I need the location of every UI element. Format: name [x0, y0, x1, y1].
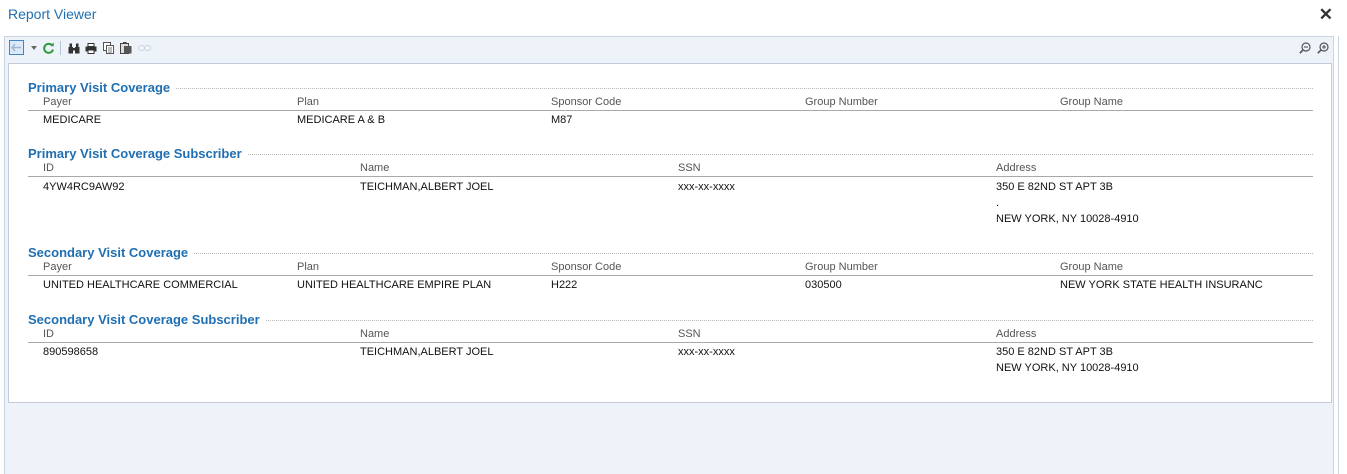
- col-plan: Plan: [297, 261, 320, 273]
- col-address: Address: [996, 162, 1037, 174]
- col-group-name: Group Name: [1060, 96, 1123, 108]
- primary-subscriber-section: Primary Visit Coverage Subscriber ID Nam…: [28, 145, 1313, 233]
- toolbar-separator: [60, 41, 61, 55]
- secondary-coverage-section: Secondary Visit Coverage Payer Plan Spon…: [28, 244, 1313, 300]
- section-title: Primary Visit Coverage Subscriber: [28, 145, 1313, 162]
- section-title: Secondary Visit Coverage Subscriber: [28, 311, 1313, 328]
- plan-value: MEDICARE A & B: [297, 114, 386, 126]
- dropdown-arrow-icon[interactable]: [30, 40, 37, 56]
- col-group-number: Group Number: [805, 96, 878, 108]
- group-name-value: NEW YORK STATE HEALTH INSURANC: [1060, 279, 1263, 291]
- table-row: MEDICARE MEDICARE A & B M87: [28, 111, 1313, 135]
- col-sponsor-code: Sponsor Code: [551, 261, 622, 273]
- export-icon[interactable]: [119, 40, 132, 56]
- plan-value: UNITED HEALTHCARE EMPIRE PLAN: [297, 279, 492, 291]
- address-line-3: NEW YORK, NY 10028-4910: [996, 213, 1139, 225]
- report-viewer-panel: Primary Visit Coverage Payer Plan Sponso…: [4, 36, 1334, 474]
- copy-icon[interactable]: [102, 40, 114, 56]
- report-content: Primary Visit Coverage Payer Plan Sponso…: [8, 63, 1332, 403]
- col-group-number: Group Number: [805, 261, 878, 273]
- primary-coverage-section: Primary Visit Coverage Payer Plan Sponso…: [28, 79, 1313, 135]
- col-sponsor-code: Sponsor Code: [551, 96, 622, 108]
- back-icon[interactable]: [9, 40, 24, 55]
- col-ssn: SSN: [678, 328, 701, 340]
- name-value: TEICHMAN,ALBERT JOEL: [360, 181, 494, 193]
- ssn-value: xxx-xx-xxxx: [678, 181, 735, 193]
- close-icon[interactable]: ✕: [1319, 6, 1333, 24]
- table-row: UNITED HEALTHCARE COMMERCIAL UNITED HEAL…: [28, 276, 1313, 300]
- table-row: 890598658 TEICHMAN,ALBERT JOEL xxx-xx-xx…: [28, 343, 1313, 383]
- table-header: Payer Plan Sponsor Code Group Number Gro…: [28, 96, 1313, 111]
- col-payer: Payer: [43, 96, 72, 108]
- table-header: ID Name SSN Address: [28, 328, 1313, 343]
- address-line-2: NEW YORK, NY 10028-4910: [996, 362, 1139, 374]
- payer-value: MEDICARE: [43, 114, 102, 126]
- payer-value: UNITED HEALTHCARE COMMERCIAL: [43, 279, 238, 291]
- link-icon[interactable]: [137, 40, 151, 56]
- group-number-value: 030500: [805, 279, 842, 291]
- secondary-subscriber-section: Secondary Visit Coverage Subscriber ID N…: [28, 311, 1313, 383]
- col-id: ID: [43, 328, 54, 340]
- col-name: Name: [360, 162, 390, 174]
- col-id: ID: [43, 162, 54, 174]
- address-line-2: .: [996, 197, 1000, 209]
- id-value: 4YW4RC9AW92: [43, 181, 125, 193]
- zoom-out-icon[interactable]: [1298, 40, 1311, 56]
- sponsor-code-value: M87: [551, 114, 573, 126]
- window-right-edge: [1338, 36, 1347, 474]
- table-header: Payer Plan Sponsor Code Group Number Gro…: [28, 261, 1313, 276]
- find-icon[interactable]: [67, 40, 80, 56]
- table-row: 4YW4RC9AW92 TEICHMAN,ALBERT JOEL xxx-xx-…: [28, 177, 1313, 233]
- print-icon[interactable]: [84, 40, 97, 56]
- ssn-value: xxx-xx-xxxx: [678, 346, 735, 358]
- section-title: Secondary Visit Coverage: [28, 244, 1313, 261]
- name-value: TEICHMAN,ALBERT JOEL: [360, 346, 494, 358]
- col-address: Address: [996, 328, 1037, 340]
- col-payer: Payer: [43, 261, 72, 273]
- report-toolbar: [5, 37, 1333, 59]
- col-ssn: SSN: [678, 162, 701, 174]
- id-value: 890598658: [43, 346, 99, 358]
- refresh-icon[interactable]: [41, 40, 55, 56]
- address-line-1: 350 E 82ND ST APT 3B: [996, 346, 1113, 358]
- window-titlebar: Report Viewer ✕: [0, 0, 1347, 34]
- address-line-1: 350 E 82ND ST APT 3B: [996, 181, 1113, 193]
- table-header: ID Name SSN Address: [28, 162, 1313, 177]
- zoom-in-icon[interactable]: [1316, 40, 1329, 56]
- section-title: Primary Visit Coverage: [28, 79, 1313, 96]
- col-name: Name: [360, 328, 390, 340]
- sponsor-code-value: H222: [551, 279, 578, 291]
- col-group-name: Group Name: [1060, 261, 1123, 273]
- col-plan: Plan: [297, 96, 320, 108]
- window-title: Report Viewer: [8, 6, 97, 22]
